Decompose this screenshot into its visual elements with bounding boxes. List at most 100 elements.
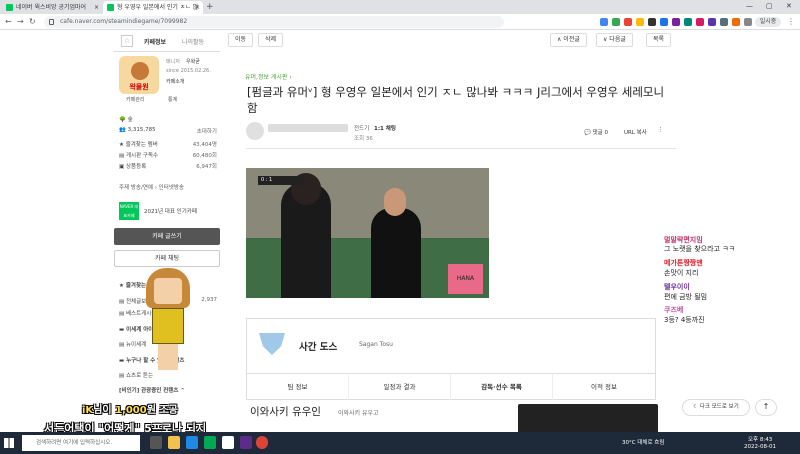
more-options-icon[interactable]: ⋮ (658, 127, 664, 133)
app-icon[interactable] (186, 436, 198, 449)
forward-icon[interactable]: → (17, 16, 24, 28)
back-icon[interactable]: ← (5, 16, 12, 28)
cafe-logo[interactable]: 왁물원 (119, 56, 159, 94)
chrome-icon[interactable] (256, 436, 268, 449)
profile-button[interactable]: 일시중 (755, 17, 781, 27)
chat-user: 쿠즈베 (664, 306, 684, 314)
close-window-icon[interactable]: ✕ (786, 0, 792, 13)
file-explorer-icon[interactable] (168, 436, 180, 449)
header-divider (246, 148, 676, 149)
new-tab-button[interactable]: + (206, 1, 214, 13)
mascot-body (152, 308, 184, 344)
extension-icon[interactable] (684, 18, 692, 26)
extension-icon[interactable] (612, 18, 620, 26)
scroll-top-button[interactable]: ↑ (755, 399, 777, 416)
cafe-manage-link[interactable]: 카페관리 (126, 96, 144, 103)
prev-post-button[interactable]: ∧ 이전글 (550, 33, 587, 47)
tab-1-label: 네이버 윅스비앙 공기엄마어 (16, 4, 87, 11)
url-copy-button[interactable]: URL 복사 (624, 128, 647, 136)
menu-item-shorts[interactable]: ▤ 쇼츠로 듣는 (119, 371, 219, 379)
cafe-topic[interactable]: 주제 방송/연예 › 인터넷방송 (119, 183, 219, 191)
next-post-button[interactable]: ∨ 다음글 (596, 33, 633, 47)
award-text: 2021년 대표 인기카페 (144, 209, 197, 215)
tab-cafe-info[interactable]: 카페정보 (144, 37, 166, 46)
clock-date[interactable]: 2022-08-01 (744, 444, 776, 450)
chat-message: 3등? 4등까진 (664, 316, 705, 324)
tab-1-close-icon[interactable]: × (94, 1, 99, 14)
comment-label: 댓글 0 (592, 130, 608, 136)
score-overlay: 0 : 1 (258, 176, 304, 185)
comment-count[interactable]: 💬 댓글 0 (584, 128, 608, 136)
player-figure-right (371, 208, 421, 298)
author-avatar[interactable] (246, 122, 264, 140)
extension-icon[interactable] (600, 18, 608, 26)
weather-widget[interactable]: 30°C 대체로 흐림 (622, 438, 664, 446)
move-button[interactable]: 이동 (228, 33, 254, 47)
menu-item-unpopular[interactable]: [비인기] 관광중인 컨텐츠 ⌃ (119, 386, 219, 394)
naver-representative-badge: NAVER 대표카페 (119, 202, 139, 220)
app-icon[interactable] (240, 436, 252, 449)
cafe-level: 🌳 숲 (119, 117, 133, 123)
minimize-icon[interactable]: — (746, 0, 753, 13)
extension-icon[interactable] (660, 18, 668, 26)
player-head-right (384, 188, 406, 216)
article-area: 이동 삭제 ∧ 이전글 ∨ 다음글 목록 유머,정보 게시판 › [펌글과 유머… (228, 30, 678, 434)
browser-tab-2-active[interactable]: 형 우영우 일본에서 인기 ㅈㄴ 많 × (103, 1, 203, 14)
maximize-icon[interactable]: ▢ (766, 0, 773, 13)
list-button[interactable]: 목록 (646, 33, 672, 47)
extension-icon[interactable] (708, 18, 716, 26)
windows-taskbar: 검색하려면 여기에 입력하십시오. 30°C 대체로 흐림 오후 8:43 20… (0, 432, 800, 454)
naver-cafe-favicon (107, 4, 114, 11)
tab-team-info[interactable]: 팀 정보 (247, 373, 349, 400)
browser-tab-1[interactable]: 네이버 윅스비앙 공기엄마어 × (2, 1, 102, 14)
extension-icon[interactable] (732, 18, 740, 26)
menu-kebab-icon[interactable]: ⋮ (787, 16, 795, 28)
menu-label: 쇼츠로 듣는 (125, 373, 154, 379)
level-text: 숲 (127, 117, 133, 123)
stat-label: 즐겨찾는 멤버 (125, 142, 158, 148)
write-post-button[interactable]: 카페 글쓰기 (114, 228, 220, 245)
post-count: 2,937 (201, 297, 217, 303)
menu-label: 뉴이세계 (125, 342, 147, 348)
extension-icon[interactable] (720, 18, 728, 26)
windows-start-icon[interactable] (4, 438, 14, 448)
dark-mode-button[interactable]: ☾ 다크 모드로 보기 (682, 399, 750, 416)
menu-label: [비인기] 관광중인 컨텐츠 (119, 388, 179, 394)
browser-tab-strip: 네이버 윅스비앙 공기엄마어 × 형 우영우 일본에서 인기 ㅈㄴ 많 × + … (0, 0, 800, 14)
manager-name[interactable]: 우왁굳 (186, 58, 200, 65)
app-icon[interactable] (204, 436, 216, 449)
extension-icon[interactable] (636, 18, 644, 26)
one-to-one-chat-link[interactable]: 1:1 채팅 (374, 124, 396, 132)
favorite-star-icon[interactable]: ☆ (121, 35, 133, 47)
clock-time[interactable]: 오후 8:43 (748, 435, 772, 443)
cafe-chat-button[interactable]: 카페 채팅 (114, 250, 220, 267)
team-info-card: 사간 도스 Sagan Tosu 팀 정보 일정과 결과 감독·선수 목록 이적… (246, 318, 656, 400)
extension-icon[interactable] (672, 18, 680, 26)
cafe-intro-link[interactable]: 카페소개 (166, 78, 184, 85)
tab-roster[interactable]: 감독·선수 목록 (451, 373, 553, 400)
invite-link[interactable]: 초대하기 (197, 127, 217, 135)
extension-icon[interactable] (624, 18, 632, 26)
tab-2-close-icon[interactable]: × (195, 1, 200, 14)
tab-schedule[interactable]: 일정과 결과 (349, 373, 451, 400)
member-count[interactable]: 3,315,785 (128, 127, 156, 133)
team-name-en: Sagan Tosu (359, 341, 393, 348)
app-icon[interactable] (222, 436, 234, 449)
task-view-icon[interactable] (150, 436, 162, 449)
tab-transfers[interactable]: 이적 정보 (553, 373, 655, 400)
sidebar-tabs: ☆ 카페정보 나의활동 (114, 30, 220, 52)
url-field[interactable]: cafe.naver.com/steamindiegame/7099982 (44, 16, 504, 28)
author-name-blurred[interactable] (268, 124, 348, 132)
stats-link[interactable]: 통계 (168, 96, 177, 103)
extension-icon[interactable] (696, 18, 704, 26)
puzzle-icon[interactable] (744, 18, 752, 26)
category-link[interactable]: 유머,정보 게시판 › (245, 72, 292, 81)
taskbar-search[interactable]: 검색하려면 여기에 입력하십시오. (22, 435, 140, 451)
streamer-mascot (146, 268, 190, 372)
chat-message: 손맛이 지리 (664, 269, 699, 277)
reload-icon[interactable]: ↻ (29, 16, 36, 28)
extension-icon[interactable] (648, 18, 656, 26)
tab-my-activity[interactable]: 나의활동 (182, 37, 204, 46)
delete-button[interactable]: 삭제 (258, 33, 284, 47)
article-photo[interactable]: 0 : 1 HANA (246, 168, 489, 298)
